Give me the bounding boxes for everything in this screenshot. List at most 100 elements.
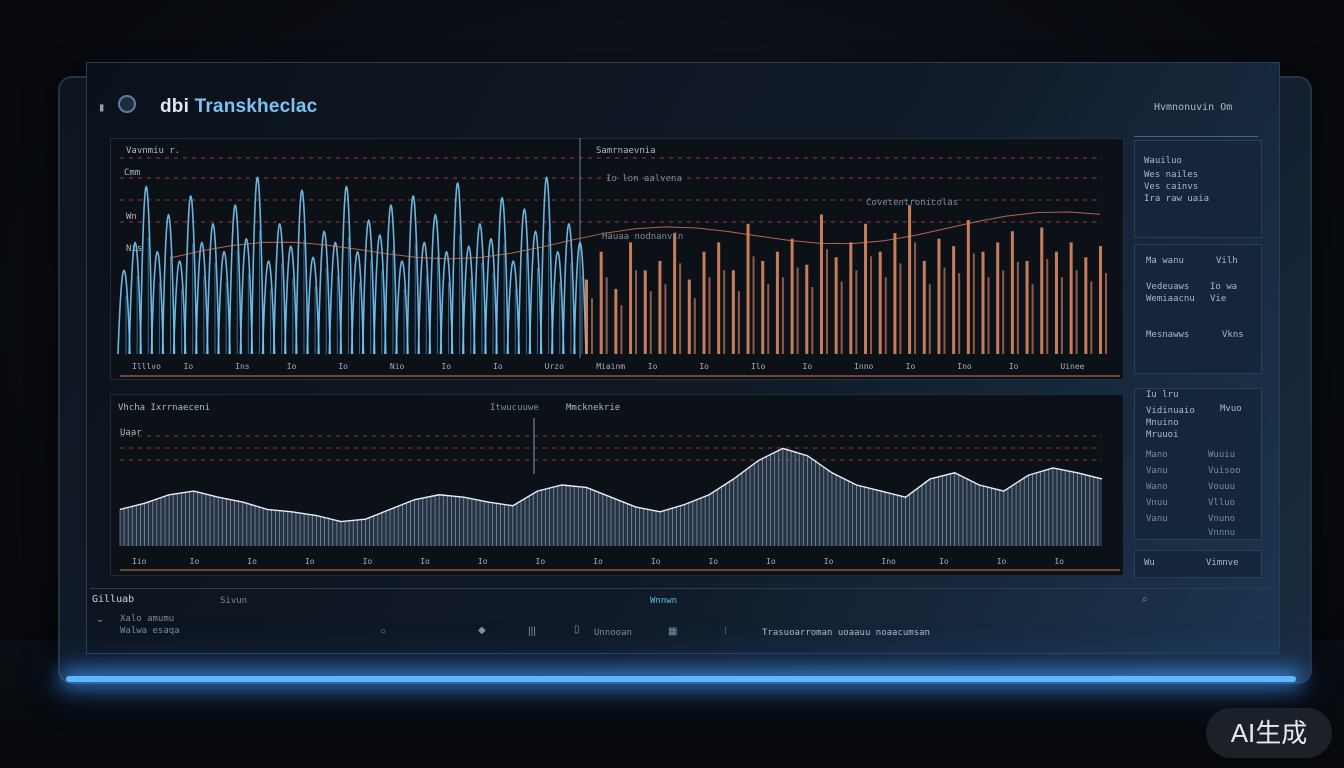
sidebar-block3-left-1: Iu lru	[1146, 390, 1179, 400]
sidebar-block2-right-3: Vie	[1210, 294, 1227, 304]
x-tick-label: Io	[363, 557, 373, 566]
orange-series-bar	[1054, 251, 1058, 354]
orange-series-bar	[972, 253, 975, 354]
orange-series-bar	[958, 273, 961, 354]
bars-icon[interactable]: |||	[528, 626, 536, 637]
bottom-section-title: Gilluab	[92, 594, 135, 605]
sidebar-block3-left-6: Vanu	[1146, 466, 1168, 476]
orange-series-bar	[805, 264, 809, 354]
orange-series-bar	[767, 284, 770, 354]
orange-series-bar	[1069, 242, 1073, 354]
more-icon[interactable]: ⁝	[724, 626, 727, 637]
x-tick-label: Io	[766, 557, 776, 566]
orange-series-bar	[737, 291, 740, 354]
bottom-section-center: Wnnwn	[650, 596, 678, 606]
x-tick-label: Iio	[132, 557, 147, 566]
slider-icon[interactable]: ▯	[574, 624, 580, 635]
sidebar-block2-right-4: Vkns	[1222, 330, 1244, 340]
orange-series-bar	[591, 298, 593, 354]
orange-series-bar	[1016, 261, 1019, 354]
blue-series-peak	[206, 223, 220, 355]
sidebar-block1-line-3: Ves cainvs	[1144, 182, 1199, 192]
x-tick-label: Illlvo	[132, 362, 161, 371]
x-tick-label: Uinee	[1060, 362, 1084, 371]
toolbar-text: Unnooan	[594, 628, 632, 638]
record-icon[interactable]: ○	[380, 626, 386, 637]
orange-series-bar	[1002, 270, 1005, 354]
blue-series-peak	[317, 230, 331, 355]
x-tick-label: Io	[824, 557, 834, 566]
blue-series-peak	[183, 195, 198, 355]
orange-series-bar	[884, 277, 887, 354]
sidebar-block1-line-4: Ira raw uaia	[1144, 194, 1210, 204]
orange-series-bar	[928, 284, 931, 354]
blue-series-peak	[150, 251, 165, 355]
orange-series-bar	[943, 267, 946, 354]
blue-series-peak	[117, 269, 131, 355]
orange-series-bar	[614, 288, 618, 354]
blue-series-peak	[195, 241, 209, 355]
orange-series-bar	[781, 277, 784, 354]
orange-series-bar	[687, 279, 691, 354]
blue-series-peak	[328, 241, 343, 355]
blue-series-peak	[528, 230, 543, 355]
orange-series-bar	[761, 261, 765, 354]
drop-icon[interactable]: ◆	[478, 625, 486, 636]
sidebar-block2-left-3: Wemiaacnu	[1146, 294, 1195, 304]
orange-series-bar	[702, 251, 706, 354]
x-tick-label: Io	[441, 362, 451, 371]
orange-series-bar	[996, 242, 1000, 354]
orange-series-bar	[811, 287, 814, 354]
sidebar-block3-left-8: Vnuu	[1146, 498, 1168, 508]
blue-series-peak	[284, 245, 298, 355]
app-title: dbi Transkheclac	[160, 96, 317, 118]
sidebar-block3-right-6: Vnuno	[1208, 514, 1236, 524]
x-tick-label: Io	[247, 557, 257, 566]
orange-series-bar	[1060, 277, 1063, 354]
bottom-bar-divider	[90, 588, 1276, 589]
blue-series-peak	[562, 223, 576, 355]
x-tick-label: Io	[997, 557, 1007, 566]
bottom-chart-y-label: Uaar	[120, 428, 142, 438]
bottom-chart: Iio Io Io Io Io Io Io Io Io Io Io Io Io Ino Io Io Io	[119, 418, 1120, 571]
orange-series-bar	[649, 291, 652, 354]
grid-icon[interactable]: ▦	[668, 626, 677, 637]
orange-series-bar	[878, 251, 882, 354]
x-tick-label: Inno	[854, 362, 873, 371]
blue-series-peak	[295, 189, 309, 355]
orange-series-bar	[908, 205, 912, 354]
x-tick-label: Io	[184, 362, 194, 371]
orange-series-bar	[605, 277, 608, 354]
x-tick-label: Io	[906, 362, 916, 371]
sidebar-block3-left-9: Vanu	[1146, 514, 1168, 524]
blue-series-peak	[439, 251, 454, 355]
menu-icon[interactable]: ▮	[98, 100, 105, 114]
app-title-text: Transkheclac	[194, 96, 318, 117]
blue-series-peak	[495, 197, 509, 355]
bottom-info-line-1: Xalo amumu	[120, 614, 175, 624]
blue-series-peak	[250, 176, 265, 355]
x-tick-label: Ins	[235, 362, 250, 371]
sidebar-footer-right: Vimnve	[1206, 558, 1239, 568]
sidebar-block3-left-2: Vidinuaio	[1146, 406, 1195, 416]
orange-series-bar	[679, 263, 682, 354]
blue-series-peak	[261, 260, 276, 355]
orange-series-bar	[1031, 284, 1034, 354]
sidebar-footer-left: Wu	[1144, 558, 1155, 568]
x-tick-label: Miainm	[596, 362, 625, 371]
orange-series-bar	[731, 270, 735, 354]
orange-series-bar	[899, 263, 902, 354]
sidebar-block3-right-4: Vouuu	[1208, 482, 1236, 492]
orange-series-bar	[717, 242, 721, 354]
blue-series-peak	[517, 208, 532, 355]
orange-series-bar	[752, 256, 755, 354]
x-tick-label: Io	[338, 362, 348, 371]
orange-series-bar	[834, 257, 838, 354]
orange-series-bar	[893, 233, 897, 354]
settings-icon[interactable]: ⌕	[1142, 594, 1148, 605]
chevron-down-icon[interactable]: ⌄	[96, 614, 104, 625]
sidebar-block3-left-4: Mruuoi	[1146, 430, 1179, 440]
orange-series-bar	[937, 238, 941, 354]
orange-series-bar	[629, 242, 633, 354]
blue-series-peak	[384, 204, 398, 355]
